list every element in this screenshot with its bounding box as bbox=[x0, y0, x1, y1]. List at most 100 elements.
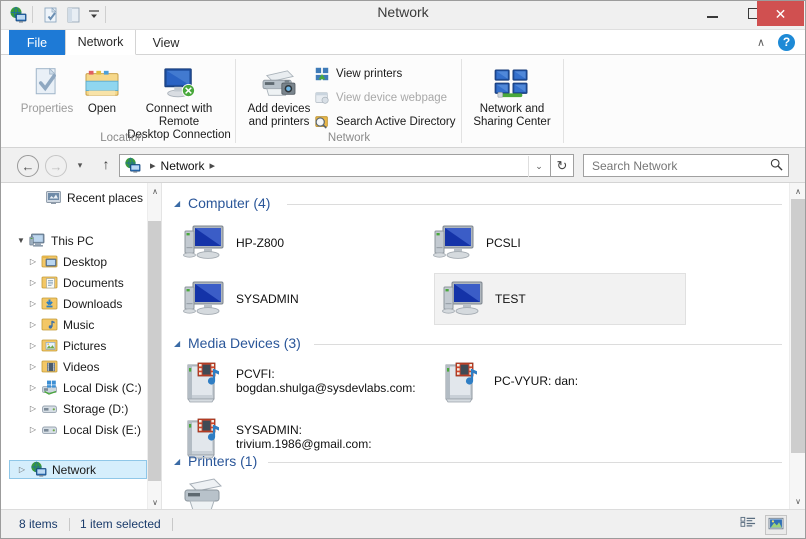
list-item-test[interactable]: TEST bbox=[434, 273, 686, 325]
title-bar: Network ✕ bbox=[1, 1, 805, 30]
drive-icon bbox=[41, 400, 58, 417]
details-view-button[interactable] bbox=[737, 515, 759, 535]
media-device-line1: PCVFI: bbox=[236, 367, 275, 381]
open-button[interactable]: Open bbox=[79, 60, 125, 116]
search-active-directory-button[interactable]: Search Active Directory bbox=[313, 111, 456, 133]
tree-expander-icon[interactable]: ▷ bbox=[14, 465, 30, 474]
sidebar-label: Storage (D:) bbox=[63, 402, 128, 416]
breadcrumb-dropdown-icon[interactable]: ⌄ bbox=[528, 156, 549, 177]
breadcrumb[interactable]: ▸ Network ▸ ⌄ bbox=[119, 154, 551, 177]
tree-expander-icon[interactable]: ▷ bbox=[25, 404, 41, 413]
sidebar-item-pictures[interactable]: ▷ Pictures bbox=[1, 336, 147, 355]
list-item-sysadmin[interactable]: SYSADMIN bbox=[176, 273, 426, 325]
breadcrumb-separator-1[interactable]: ▸ bbox=[210, 159, 216, 172]
scroll-up-icon[interactable]: ∧ bbox=[790, 183, 805, 200]
group-expander-icon[interactable]: ◢ bbox=[174, 457, 188, 466]
sidebar-item-videos[interactable]: ▷ Videos bbox=[1, 357, 147, 376]
connect-remote-desktop-button[interactable]: Connect with Remote Desktop Connection bbox=[125, 60, 233, 142]
back-button[interactable]: ← bbox=[17, 155, 39, 177]
close-icon: ✕ bbox=[775, 7, 787, 21]
view-device-webpage-label: View device webpage bbox=[336, 92, 447, 104]
tree-expander-icon[interactable]: ▷ bbox=[25, 278, 41, 287]
large-icons-view-button[interactable] bbox=[765, 515, 787, 535]
tree-expander-icon[interactable]: ▷ bbox=[25, 299, 41, 308]
breadcrumb-item-network[interactable]: Network bbox=[161, 159, 205, 173]
refresh-button[interactable]: ↻ bbox=[551, 154, 574, 177]
search-input[interactable] bbox=[590, 158, 760, 174]
list-item-label: PCSLI bbox=[486, 236, 521, 250]
chevron-up-icon[interactable]: ∧ bbox=[753, 35, 769, 51]
recent-locations-button[interactable]: ▾ bbox=[73, 160, 87, 172]
drive-icon bbox=[41, 421, 58, 438]
tree-expander-icon[interactable]: ▷ bbox=[25, 257, 41, 266]
tree-expander-icon[interactable]: ▷ bbox=[25, 320, 41, 329]
help-icon[interactable]: ? bbox=[778, 34, 795, 51]
group-header-printers[interactable]: ◢ Printers (1) bbox=[174, 453, 257, 469]
sidebar-item-local-disk-c[interactable]: ▷ Local Disk (C:) bbox=[1, 378, 147, 397]
ribbon-panel: Properties Open bbox=[1, 55, 805, 148]
group-header-computer[interactable]: ◢ Computer (4) bbox=[174, 195, 270, 211]
search-active-directory-label: Search Active Directory bbox=[336, 116, 456, 128]
search-box[interactable] bbox=[583, 154, 789, 177]
list-item-pcsli[interactable]: PCSLI bbox=[426, 217, 676, 269]
group-header-label: Media Devices (3) bbox=[188, 335, 301, 351]
tree-expander-icon[interactable]: ▷ bbox=[25, 425, 41, 434]
view-printers-icon bbox=[313, 65, 331, 83]
details-view-icon bbox=[740, 516, 757, 534]
ribbon-group-label-location: Location bbox=[9, 132, 235, 144]
close-button[interactable]: ✕ bbox=[757, 1, 804, 26]
sidebar-item-storage-d[interactable]: ▷ Storage (D:) bbox=[1, 399, 147, 418]
group-expander-icon[interactable]: ◢ bbox=[174, 199, 188, 208]
search-icon[interactable] bbox=[770, 158, 783, 174]
sidebar-item-local-disk-e[interactable]: ▷ Local Disk (E:) bbox=[1, 420, 147, 439]
network-and-sharing-center-button[interactable]: Network and Sharing Center bbox=[469, 60, 555, 129]
navigation-pane: Recent places ▼ This PC ▷ bbox=[1, 183, 161, 510]
tree-expander-icon[interactable]: ▷ bbox=[25, 383, 41, 392]
group-header-label: Computer (4) bbox=[188, 195, 270, 211]
scrollbar-thumb[interactable] bbox=[791, 199, 805, 453]
scroll-down-icon[interactable]: ∨ bbox=[148, 494, 161, 510]
tree-expander-icon[interactable]: ▷ bbox=[25, 341, 41, 350]
tab-network[interactable]: Network bbox=[65, 30, 136, 55]
ribbon-group-network: Add devices and printers View printers bbox=[237, 55, 461, 147]
view-printers-button[interactable]: View printers bbox=[313, 63, 402, 85]
scrollbar-thumb[interactable] bbox=[148, 221, 161, 481]
sidebar-item-desktop[interactable]: ▷ Desktop bbox=[1, 252, 147, 271]
add-devices-and-printers-button[interactable]: Add devices and printers bbox=[241, 60, 317, 129]
list-item-printer[interactable] bbox=[176, 471, 426, 510]
music-folder-icon bbox=[41, 316, 58, 333]
sidebar-item-downloads[interactable]: ▷ Downloads bbox=[1, 294, 147, 313]
group-expander-icon[interactable]: ◢ bbox=[174, 339, 188, 348]
content-scrollbar[interactable]: ∧ ∨ bbox=[789, 183, 805, 510]
list-item-pc-vyur[interactable]: PC-VYUR: dan: bbox=[434, 355, 684, 407]
forward-button[interactable]: → bbox=[45, 155, 67, 177]
scroll-down-icon[interactable]: ∨ bbox=[790, 493, 805, 510]
group-header-media-devices[interactable]: ◢ Media Devices (3) bbox=[174, 335, 301, 351]
up-button[interactable]: ↑ bbox=[97, 156, 115, 176]
tree-expander-icon[interactable]: ▷ bbox=[25, 362, 41, 371]
view-device-webpage-button[interactable]: View device webpage bbox=[313, 87, 447, 109]
this-pc-icon bbox=[29, 232, 46, 249]
large-icons-view-icon bbox=[768, 517, 784, 534]
list-item-hp-z800[interactable]: HP-Z800 bbox=[176, 217, 426, 269]
tree-expander-open-icon[interactable]: ▼ bbox=[13, 236, 29, 245]
sidebar-item-documents[interactable]: ▷ Documents bbox=[1, 273, 147, 292]
minimize-button[interactable] bbox=[692, 1, 733, 26]
sidebar-item-network[interactable]: ▷ Network bbox=[9, 460, 147, 479]
tab-view[interactable]: View bbox=[136, 30, 196, 55]
properties-button[interactable]: Properties bbox=[15, 60, 79, 116]
network-icon bbox=[30, 461, 47, 478]
sidebar-label: Recent places bbox=[67, 191, 143, 205]
sidebar-item-music[interactable]: ▷ Music bbox=[1, 315, 147, 334]
breadcrumb-separator-0[interactable]: ▸ bbox=[150, 159, 156, 172]
sidebar-item-recent-places[interactable]: Recent places bbox=[1, 188, 147, 207]
sidebar-item-this-pc[interactable]: ▼ This PC bbox=[1, 231, 147, 250]
explorer-window: Network ✕ File Network View ∧ ? bbox=[0, 0, 806, 539]
tab-file[interactable]: File bbox=[9, 30, 65, 55]
list-item-pcvfi[interactable]: PCVFI: bogdan.shulga@sysdevlabs.com: bbox=[176, 355, 426, 407]
navpane-scrollbar[interactable]: ∧ ∨ bbox=[147, 183, 161, 510]
scroll-up-icon[interactable]: ∧ bbox=[148, 183, 161, 199]
sidebar-label: Desktop bbox=[63, 255, 107, 269]
sidebar-label: Local Disk (C:) bbox=[63, 381, 142, 395]
sharing-center-line2: Sharing Center bbox=[473, 116, 550, 129]
